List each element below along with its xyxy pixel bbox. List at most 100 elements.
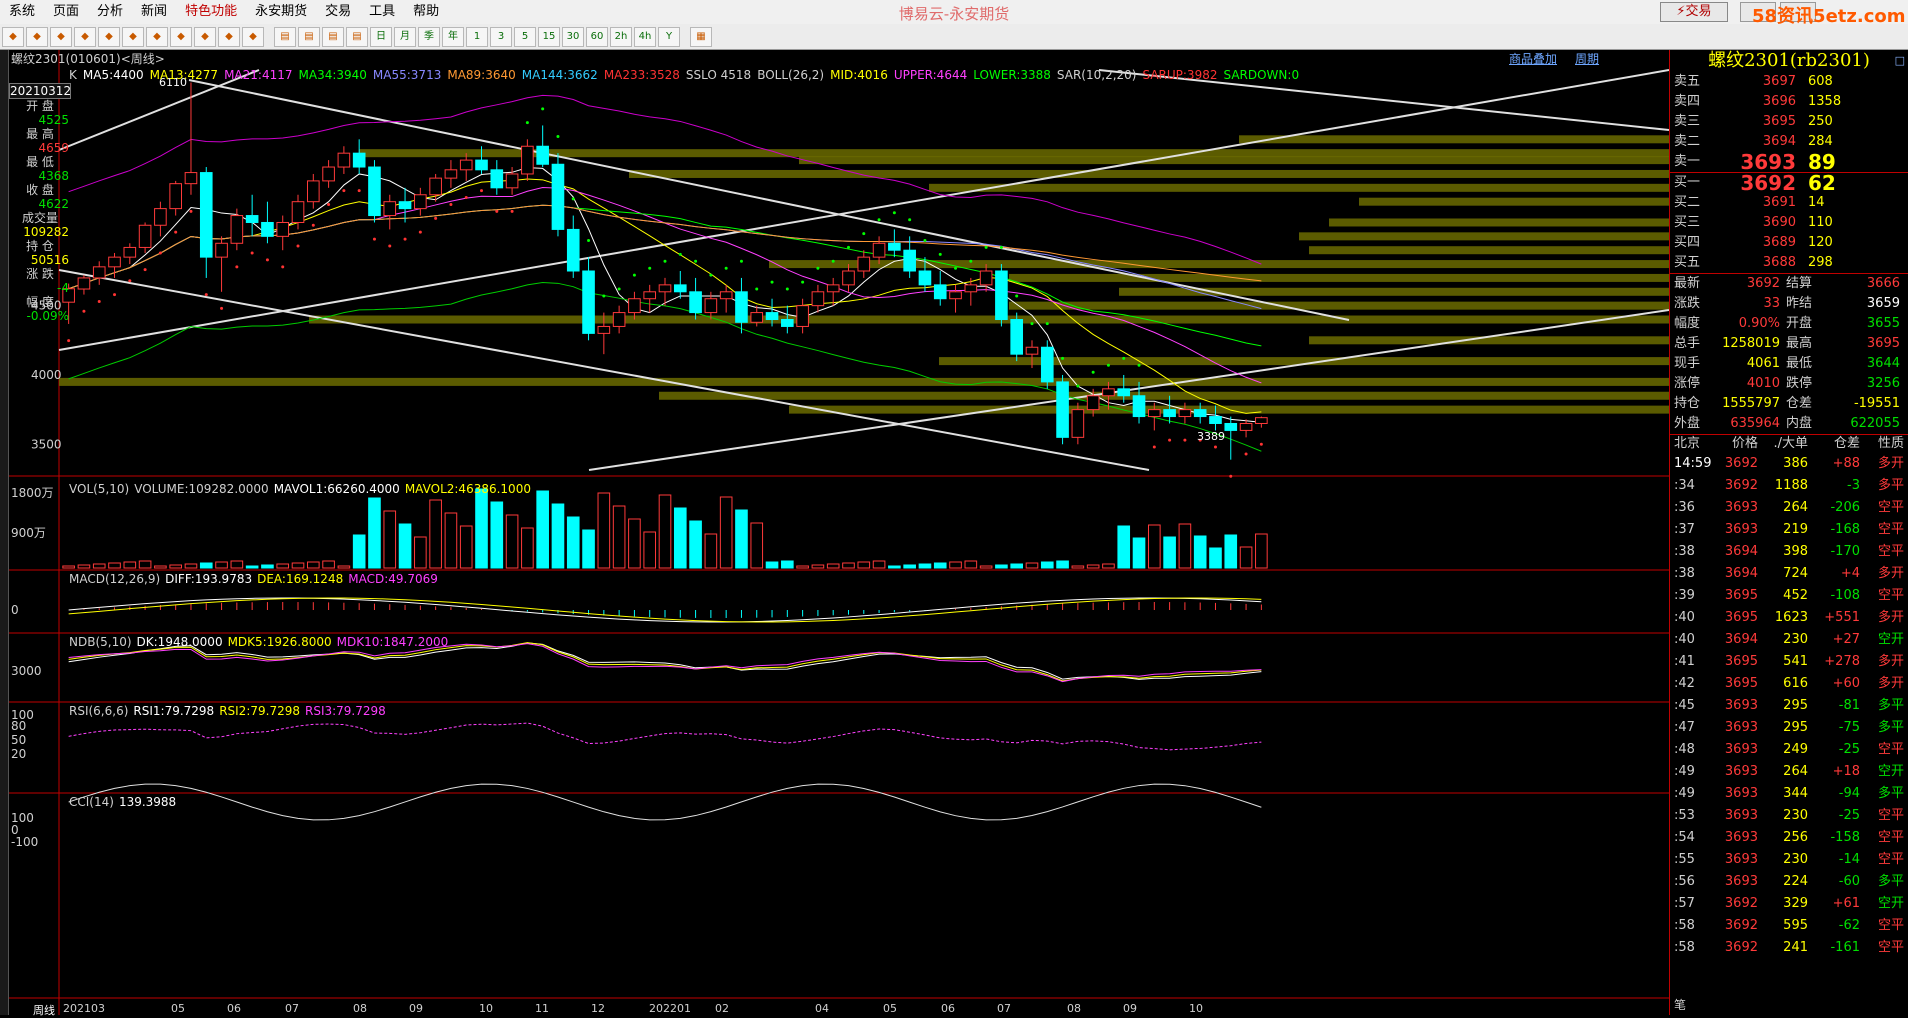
candle-body: [444, 169, 458, 179]
tick-nature-4: 空平: [1877, 544, 1904, 559]
tick-row-3[interactable]: :37 3693 219 -168 空平: [1670, 519, 1908, 541]
tick-header-1: 价格: [1731, 436, 1758, 451]
tick-row-16[interactable]: :53 3693 230 -25 空平: [1670, 805, 1908, 827]
menu-item-7[interactable]: 工具: [360, 0, 404, 24]
menu-item-3[interactable]: 新闻: [132, 0, 176, 24]
ask-vol-4: 89: [1808, 150, 1836, 174]
trade-button[interactable]: ⚡交易: [1660, 2, 1728, 22]
tick-row-4[interactable]: :38 3694 398 -170 空平: [1670, 541, 1908, 563]
period-button-10[interactable]: 2h: [610, 26, 632, 47]
zoom-in-icon[interactable]: ◆: [98, 26, 120, 47]
bid-3[interactable]: 买四 3689 120: [1670, 233, 1908, 253]
period-button-7[interactable]: 15: [538, 26, 560, 47]
x-label-1: 05: [171, 1002, 185, 1015]
tick-row-2[interactable]: :36 3693 264 -206 空平: [1670, 497, 1908, 519]
refresh-icon[interactable]: ◆: [74, 26, 96, 47]
menu-item-1[interactable]: 页面: [44, 0, 88, 24]
calculator-icon[interactable]: ▦: [690, 26, 712, 47]
tick-row-12[interactable]: :47 3693 295 -75 多平: [1670, 717, 1908, 739]
ask-2[interactable]: 卖三 3695 250: [1670, 112, 1908, 132]
zoom-out-icon[interactable]: ◆: [122, 26, 144, 47]
candle-body: [123, 246, 137, 258]
menu-item-4[interactable]: 特色功能: [176, 0, 246, 24]
tick-row-5[interactable]: :38 3694 724 +4 多开: [1670, 563, 1908, 585]
sar-dot: [174, 230, 178, 234]
tick-nature-19: 多平: [1877, 874, 1904, 889]
period-button-3[interactable]: 年: [442, 26, 464, 47]
tick-vol-12: 295: [1783, 720, 1808, 735]
sar-dot: [587, 239, 591, 243]
tick-list[interactable]: 14:59 3692 386 +88 多开:34 3692 1188 -3 多平:36 3693 2…: [1670, 453, 1908, 959]
tick-row-9[interactable]: :41 3695 541 +278 多开: [1670, 651, 1908, 673]
bid-1[interactable]: 买二 3691 14: [1670, 193, 1908, 213]
tick-time-4: :38: [1674, 544, 1695, 559]
period-button-6[interactable]: 5: [514, 26, 536, 47]
period-button-0[interactable]: 日: [370, 26, 392, 47]
kline-icon[interactable]: ▤: [346, 26, 368, 47]
tick-row-17[interactable]: :54 3693 256 -158 空平: [1670, 827, 1908, 849]
period-button-2[interactable]: 季: [418, 26, 440, 47]
tick-row-21[interactable]: :58 3692 595 -62 空平: [1670, 915, 1908, 937]
volume-bar: [429, 499, 442, 569]
chart-link-1[interactable]: 周期: [1575, 50, 1599, 67]
chart-area[interactable]: 6110 3389 4500 4000 3500 螺纹2301(010601)<周线> …: [9, 50, 1669, 1018]
chart-icon[interactable]: ◆: [50, 26, 72, 47]
table-icon[interactable]: ▤: [274, 26, 296, 47]
menu-item-0[interactable]: 系统: [0, 0, 44, 24]
bid-label-4: 买五: [1674, 255, 1701, 270]
draw-icon[interactable]: ◆: [194, 26, 216, 47]
menu-item-5[interactable]: 永安期货: [246, 0, 316, 24]
tick-row-20[interactable]: :57 3692 329 +61 空开: [1670, 893, 1908, 915]
tick-row-10[interactable]: :42 3695 616 +60 多开: [1670, 673, 1908, 695]
left-scroll-strip[interactable]: [0, 50, 9, 1015]
tick-row-8[interactable]: :40 3694 230 +27 空开: [1670, 629, 1908, 651]
ask-4[interactable]: 卖一 3693 89: [1670, 152, 1908, 172]
tick-row-22[interactable]: :58 3692 241 -161 空平: [1670, 937, 1908, 959]
open-icon[interactable]: ◆: [2, 26, 24, 47]
period-button-5[interactable]: 3: [490, 26, 512, 47]
tick-row-11[interactable]: :45 3693 295 -81 多平: [1670, 695, 1908, 717]
sar-dot: [220, 306, 224, 310]
ask-3[interactable]: 卖二 3694 284: [1670, 132, 1908, 152]
bid-0[interactable]: 买一 3692 62: [1670, 173, 1908, 193]
tick-row-13[interactable]: :48 3693 249 -25 空平: [1670, 739, 1908, 761]
pen-icon[interactable]: ◆: [170, 26, 192, 47]
line-icon[interactable]: ▤: [322, 26, 344, 47]
tick-footer[interactable]: 笔: [1674, 996, 1686, 1013]
panel-toggle-icon[interactable]: □: [1895, 50, 1905, 72]
settings-icon[interactable]: ◆: [242, 26, 264, 47]
volume-bar: [811, 564, 825, 569]
tick-row-7[interactable]: :40 3695 1623 +551 多开: [1670, 607, 1908, 629]
menu-item-2[interactable]: 分析: [88, 0, 132, 24]
sar-dot: [158, 251, 162, 255]
tick-row-19[interactable]: :56 3693 224 -60 多平: [1670, 871, 1908, 893]
chart-link-0[interactable]: 商品叠加: [1509, 50, 1557, 67]
filter-icon[interactable]: ◆: [218, 26, 240, 47]
tick-row-18[interactable]: :55 3693 230 -14 空平: [1670, 849, 1908, 871]
period-button-8[interactable]: 30: [562, 26, 584, 47]
tick-row-14[interactable]: :49 3693 264 +18 空开: [1670, 761, 1908, 783]
indicator-icon[interactable]: ▤: [298, 26, 320, 47]
bid-2[interactable]: 买三 3690 110: [1670, 213, 1908, 233]
period-button-11[interactable]: 4h: [634, 26, 656, 47]
home-icon[interactable]: ◆: [26, 26, 48, 47]
period-button-1[interactable]: 月: [394, 26, 416, 47]
tick-row-0[interactable]: 14:59 3692 386 +88 多开: [1670, 453, 1908, 475]
layout-icon[interactable]: ◆: [146, 26, 168, 47]
bid-4[interactable]: 买五 3688 298: [1670, 253, 1908, 273]
tick-row-1[interactable]: :34 3692 1188 -3 多平: [1670, 475, 1908, 497]
toolbar: ◆ ◆ ◆ ◆ ◆ ◆ ◆ ◆ ◆ ◆ ◆ ▤ ▤ ▤ ▤ 日月季年 1 3 5 15 30 60 2h 4h Y ▦: [0, 24, 1908, 50]
ask-1[interactable]: 卖四 3696 1358: [1670, 92, 1908, 112]
period-button-4[interactable]: 1: [466, 26, 488, 47]
menu-item-6[interactable]: 交易: [316, 0, 360, 24]
ask-0[interactable]: 卖五 3697 608: [1670, 72, 1908, 92]
period-button-12[interactable]: Y: [658, 26, 680, 47]
ndb-header-item-1: DK:1948.0000: [136, 635, 223, 649]
sar-dot: [954, 266, 958, 270]
period-label[interactable]: 周线: [33, 1002, 55, 1018]
tick-row-15[interactable]: :49 3693 344 -94 多平: [1670, 783, 1908, 805]
period-button-9[interactable]: 60: [586, 26, 608, 47]
menu-item-8[interactable]: 帮助: [404, 0, 448, 24]
tick-row-6[interactable]: :39 3695 452 -108 空平: [1670, 585, 1908, 607]
chart-svg[interactable]: 61103389450040003500: [9, 50, 1669, 1015]
